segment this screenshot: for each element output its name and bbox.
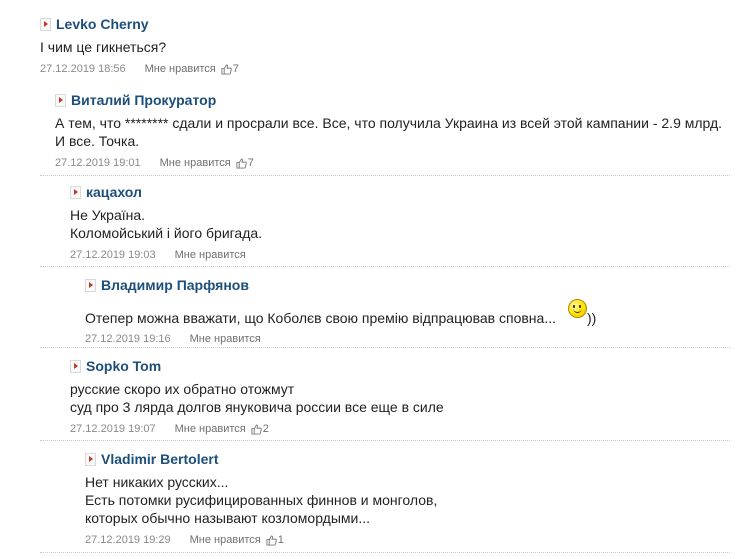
comment-text-line: А тем, что ******** сдали и просрали все… bbox=[55, 115, 723, 131]
comment-text: І чим це гикнеться? bbox=[40, 38, 740, 56]
comment: Виталий Прокуратор А тем, что ******** с… bbox=[55, 91, 743, 170]
comment-meta: 27.12.2019 18:56 Мне нравится 7 bbox=[40, 62, 740, 76]
comment-divider bbox=[40, 175, 730, 176]
comment-text-suffix: )) bbox=[586, 310, 597, 326]
arrow-right-icon bbox=[55, 93, 66, 107]
comment-text-line: Нет никаких русских... bbox=[85, 474, 229, 490]
comment-meta: 27.12.2019 19:16 Мне нравится bbox=[85, 332, 730, 346]
comment-date: 27.12.2019 19:01 bbox=[55, 157, 141, 169]
comment-date: 27.12.2019 19:16 bbox=[85, 333, 171, 345]
comment-date: 27.12.2019 19:03 bbox=[70, 249, 156, 261]
like-count: 7 bbox=[247, 157, 254, 169]
like-button[interactable]: Мне нравится bbox=[190, 534, 261, 546]
comment-date: 27.12.2019 18:56 bbox=[40, 63, 126, 75]
comment-header: Sopko Tom bbox=[70, 357, 730, 375]
comment-author-link[interactable]: Levko Cherny bbox=[56, 16, 149, 32]
comment-header: кацахол bbox=[70, 183, 730, 201]
like-count: 1 bbox=[277, 534, 284, 546]
comment-text-line: І чим це гикнеться? bbox=[40, 39, 167, 55]
comment-text-line: И все. Точка. bbox=[55, 133, 140, 149]
comment-text-line: которых обычно называют козломордыми... bbox=[85, 510, 371, 526]
thumbs-up-icon[interactable] bbox=[266, 534, 277, 546]
comment: Sopko Tom русские скоро их обратно отожм… bbox=[70, 357, 730, 436]
comment: кацахол Не Україна. Коломойський і його … bbox=[70, 183, 730, 262]
comment-meta: 27.12.2019 19:07 Мне нравится 2 bbox=[70, 422, 730, 436]
comment-header: Виталий Прокуратор bbox=[55, 91, 743, 109]
comment-text-line: русские скоро их обратно отожмут bbox=[70, 381, 295, 397]
arrow-right-icon bbox=[70, 359, 81, 373]
comment-header: Владимир Парфянов bbox=[85, 276, 730, 294]
like-button[interactable]: Мне нравится bbox=[175, 249, 246, 261]
comment-text-line: суд про 3 лярда долгов януковича россии … bbox=[70, 399, 444, 415]
comments-thread: Levko Cherny І чим це гикнеться? 27.12.2… bbox=[0, 0, 743, 559]
comment-text-line: Есть потомки русифицированных финнов и м… bbox=[85, 492, 438, 508]
arrow-right-icon bbox=[70, 185, 81, 199]
comment-meta: 27.12.2019 19:01 Мне нравится 7 bbox=[55, 156, 743, 170]
arrow-right-icon bbox=[85, 452, 96, 466]
comment-text: Нет никаких русских... Есть потомки руси… bbox=[85, 473, 730, 527]
comment-text: русские скоро их обратно отожмут суд про… bbox=[70, 380, 730, 416]
comment-divider bbox=[40, 552, 730, 553]
comment-text-line: Коломойський і його бригада. bbox=[70, 225, 263, 241]
comment-date: 27.12.2019 19:29 bbox=[85, 534, 171, 546]
comment-divider bbox=[40, 440, 730, 441]
like-count: 2 bbox=[262, 423, 269, 435]
comment-text: А тем, что ******** сдали и просрали все… bbox=[55, 114, 743, 150]
like-button[interactable]: Мне нравится bbox=[190, 333, 261, 345]
like-button[interactable]: Мне нравится bbox=[160, 157, 231, 169]
arrow-right-icon bbox=[40, 17, 51, 31]
comment-author-link[interactable]: Владимир Парфянов bbox=[101, 277, 249, 293]
comment-header: Levko Cherny bbox=[40, 15, 740, 33]
thumbs-up-icon[interactable] bbox=[251, 423, 262, 435]
comment-author-link[interactable]: Sopko Tom bbox=[86, 358, 161, 374]
comment-author-link[interactable]: Виталий Прокуратор bbox=[71, 92, 216, 108]
comment: Vladimir Bertolert Нет никаких русских..… bbox=[85, 450, 730, 547]
comment: Levko Cherny І чим це гикнеться? 27.12.2… bbox=[40, 15, 740, 76]
thumbs-up-icon[interactable] bbox=[236, 157, 247, 169]
comment-text-line: Отепер можна вважати, що Коболєв свою пр… bbox=[85, 310, 556, 326]
comment-header: Vladimir Bertolert bbox=[85, 450, 730, 468]
arrow-right-icon bbox=[85, 278, 96, 292]
thumbs-up-icon[interactable] bbox=[221, 63, 232, 75]
comment-meta: 27.12.2019 19:03 Мне нравится bbox=[70, 248, 730, 262]
like-button[interactable]: Мне нравится bbox=[145, 63, 216, 75]
like-count: 7 bbox=[232, 63, 239, 75]
comment-author-link[interactable]: кацахол bbox=[86, 184, 142, 200]
comment-meta: 27.12.2019 19:29 Мне нравится 1 bbox=[85, 533, 730, 547]
comment: Владимир Парфянов Отепер можна вважати, … bbox=[85, 276, 730, 346]
comment-divider bbox=[40, 266, 730, 267]
comment-author-link[interactable]: Vladimir Bertolert bbox=[101, 451, 218, 467]
comment-text-line: Не Україна. bbox=[70, 207, 146, 223]
smiley-icon bbox=[567, 299, 587, 318]
comment-date: 27.12.2019 19:07 bbox=[70, 423, 156, 435]
like-button[interactable]: Мне нравится bbox=[175, 423, 246, 435]
comment-text: Отепер можна вважати, що Коболєв свою пр… bbox=[85, 299, 730, 327]
comment-text: Не Україна. Коломойський і його бригада. bbox=[70, 206, 730, 242]
comment-divider bbox=[40, 347, 730, 348]
